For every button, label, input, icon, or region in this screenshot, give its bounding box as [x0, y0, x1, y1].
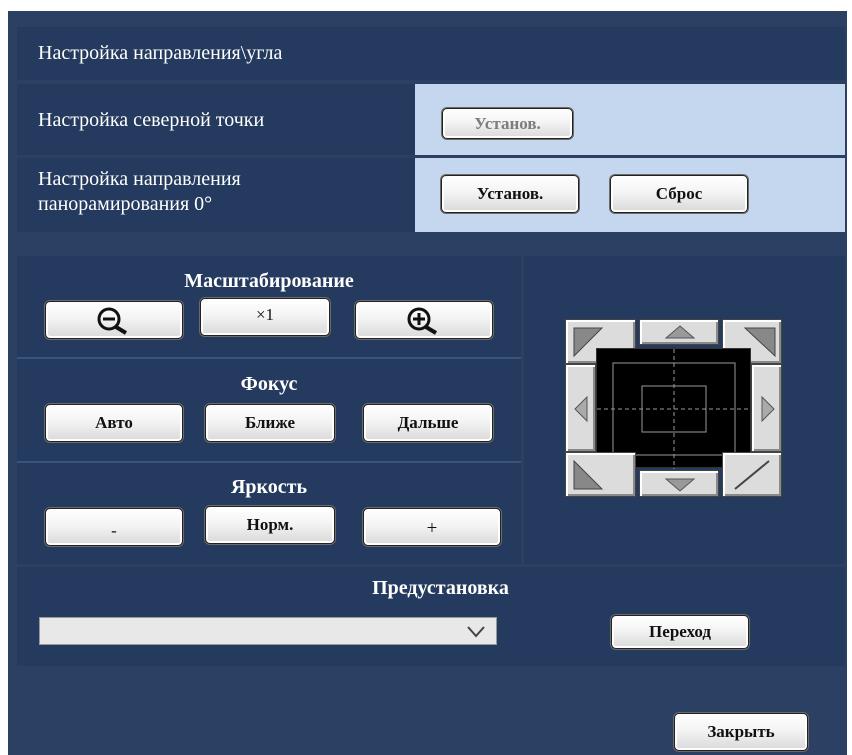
page: Настройка направления\угла Настройка сев… [0, 0, 852, 755]
focus-heading: Фокус [240, 373, 298, 395]
arrow-up-icon [664, 325, 696, 339]
zoom-heading: Масштабирование [184, 270, 354, 292]
brightness-minus-button[interactable]: - [45, 508, 183, 546]
brightness-plus-button[interactable]: + [363, 508, 501, 546]
zoom-out-button[interactable] [45, 301, 183, 339]
ptz-panel [524, 256, 845, 564]
preset-select[interactable] [39, 617, 497, 645]
zoom-in-button[interactable] [355, 301, 493, 339]
focus-brightness-separator [17, 461, 521, 463]
arrow-right-icon [761, 395, 775, 423]
focus-near-button[interactable]: Ближе [205, 404, 335, 442]
north-point-label-cell: Настройка северной точки [17, 84, 415, 155]
zoom-out-icon [97, 307, 128, 335]
pan-zero-label-cell: Настройка направления панорамирования 0° [17, 158, 415, 232]
pan-zero-reset-button[interactable]: Сброс [610, 175, 748, 213]
lens-controls-panel: Масштабирование ×1 Фокус Авто Ближе Даль… [17, 256, 521, 564]
north-point-set-button[interactable]: Установ. [442, 108, 573, 139]
pan-zero-label-line1: Настройка направления [38, 168, 241, 190]
arrow-left-icon [574, 395, 588, 423]
pan-down-left-button[interactable] [565, 452, 636, 497]
arrow-down-icon [664, 478, 696, 492]
zoom-in-icon [407, 307, 438, 335]
preset-go-button[interactable]: Переход [611, 615, 749, 649]
close-button[interactable]: Закрыть [674, 713, 808, 751]
direction-angle-dialog: Настройка направления\угла Настройка сев… [8, 11, 847, 755]
zoom-focus-separator [17, 357, 521, 359]
arrow-down-right-icon [734, 460, 770, 490]
page-title: Настройка направления\угла [38, 42, 283, 64]
brightness-heading: Яркость [230, 476, 308, 498]
chevron-down-icon [467, 626, 485, 638]
ptz-view-pad[interactable] [596, 348, 752, 469]
preset-heading: Предустановка [372, 577, 509, 599]
north-point-label: Настройка северной точки [38, 109, 265, 131]
pan-down-right-button[interactable] [722, 452, 782, 497]
brightness-normal-button[interactable]: Норм. [205, 506, 335, 544]
pan-right-button[interactable] [751, 364, 782, 452]
pan-left-button[interactable] [565, 364, 596, 452]
tilt-up-button[interactable] [639, 319, 719, 345]
pan-zero-control-cell: Установ. Сброс [415, 158, 845, 232]
arrow-down-left-icon [573, 459, 604, 490]
crosshair-grid-icon [597, 349, 752, 469]
pan-zero-set-button[interactable]: Установ. [441, 175, 579, 213]
focus-auto-button[interactable]: Авто [45, 404, 183, 442]
tilt-down-button[interactable] [639, 470, 719, 497]
zoom-x1-button[interactable]: ×1 [200, 298, 330, 336]
preset-panel: Предустановка Переход [17, 567, 845, 666]
pan-zero-label-line2: панорамирования 0° [38, 193, 213, 215]
north-point-control-cell: Установ. [415, 84, 845, 155]
title-row: Настройка направления\угла [17, 27, 845, 80]
focus-far-button[interactable]: Дальше [363, 404, 493, 442]
